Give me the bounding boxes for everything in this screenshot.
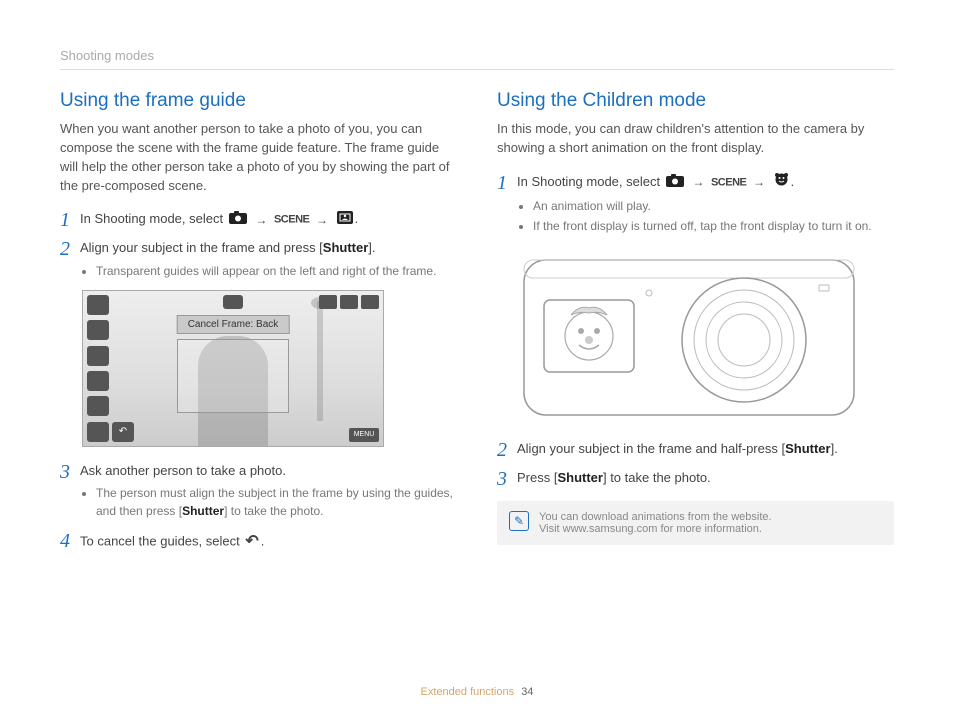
step-text: Press [ [517,470,557,485]
shutter-label: Shutter [557,470,603,485]
left-step-2: 2 Align your subject in the frame and pr… [60,238,457,282]
arrow-icon: → [255,211,267,229]
scene-label: SCENE [274,214,309,226]
arrow-icon: → [753,173,765,191]
right-step-2: 2 Align your subject in the frame and ha… [497,439,894,460]
step-number: 3 [497,468,517,489]
lcd-icon [87,295,109,315]
camera-icon [229,210,247,230]
step-number: 4 [60,530,80,554]
step-bullet: Transparent guides will appear on the le… [96,262,457,280]
back-arrow-icon: ↶ [245,530,258,554]
step-number: 1 [60,209,80,230]
left-intro: When you want another person to take a p… [60,120,457,195]
step-number: 2 [497,439,517,460]
step-number: 1 [497,172,517,237]
frame-guide-icon [337,210,353,230]
right-step-3: 3 Press [Shutter] to take the photo. [497,468,894,489]
left-title: Using the frame guide [60,90,457,112]
right-step-1: 1 In Shooting mode, select → SCENE → . A… [497,172,894,237]
left-step-4: 4 To cancel the guides, select ↶. [60,530,457,554]
step-number: 3 [60,461,80,523]
arrow-icon: → [316,211,328,229]
lamp-graphic [317,301,323,421]
scene-label: SCENE [711,176,746,188]
note-line: You can download animations from the web… [539,511,772,523]
step-text: Align your subject in the frame and half… [517,441,785,456]
lcd-left-icons: ↶ [87,295,134,442]
step-text: Ask another person to take a photo. [80,463,286,478]
note-icon: ✎ [509,511,529,531]
step-number: 2 [60,238,80,282]
lcd-top-right-icons [319,295,379,309]
lcd-icon [87,320,109,340]
arrow-icon: → [692,173,704,191]
cancel-frame-label: Cancel Frame: Back [177,315,290,334]
lcd-menu-label: MENU [349,428,379,442]
lcd-icon [87,346,109,366]
back-icon: ↶ [112,422,134,442]
step-text-end: ]. [368,240,375,255]
footer-label: Extended functions [421,686,515,698]
right-column: Using the Children mode In this mode, yo… [497,90,894,562]
right-title: Using the Children mode [497,90,894,112]
manual-page: Shooting modes Using the frame guide Whe… [0,0,954,720]
page-footer: Extended functions 34 [0,686,954,698]
info-note: ✎ You can download animations from the w… [497,501,894,545]
page-number: 34 [521,686,533,698]
step-text-end: ] to take the photo. [603,470,711,485]
shutter-label: Shutter [323,240,369,255]
children-mode-icon [774,172,789,193]
lcd-top-icon [223,295,243,309]
left-column: Using the frame guide When you want anot… [60,90,457,562]
right-intro: In this mode, you can draw children's at… [497,120,894,158]
lcd-icon [87,371,109,391]
step-bullet: The person must align the subject in the… [96,484,457,520]
left-step-1: 1 In Shooting mode, select → SCENE → . [60,209,457,230]
step-text: Align your subject in the frame and pres… [80,240,323,255]
step-bullet: If the front display is turned off, tap … [533,217,894,235]
frame-guide-box [177,339,289,413]
note-line: Visit www.samsung.com for more informati… [539,523,772,535]
step-text: To cancel the guides, select [80,534,243,549]
lcd-icon [87,422,109,442]
step-bullet: An animation will play. [533,197,894,215]
step-text: In Shooting mode, select [517,174,664,189]
shutter-label: Shutter [785,441,831,456]
section-header: Shooting modes [60,48,894,70]
two-column-layout: Using the frame guide When you want anot… [60,90,894,562]
camera-illustration [519,245,859,425]
camera-icon [666,173,684,193]
left-step-3: 3 Ask another person to take a photo. Th… [60,461,457,523]
step-text-end: ]. [831,441,838,456]
step-text: In Shooting mode, select [80,211,227,226]
lcd-icon [87,396,109,416]
lcd-preview: Cancel Frame: Back ↶ ME [82,290,384,447]
